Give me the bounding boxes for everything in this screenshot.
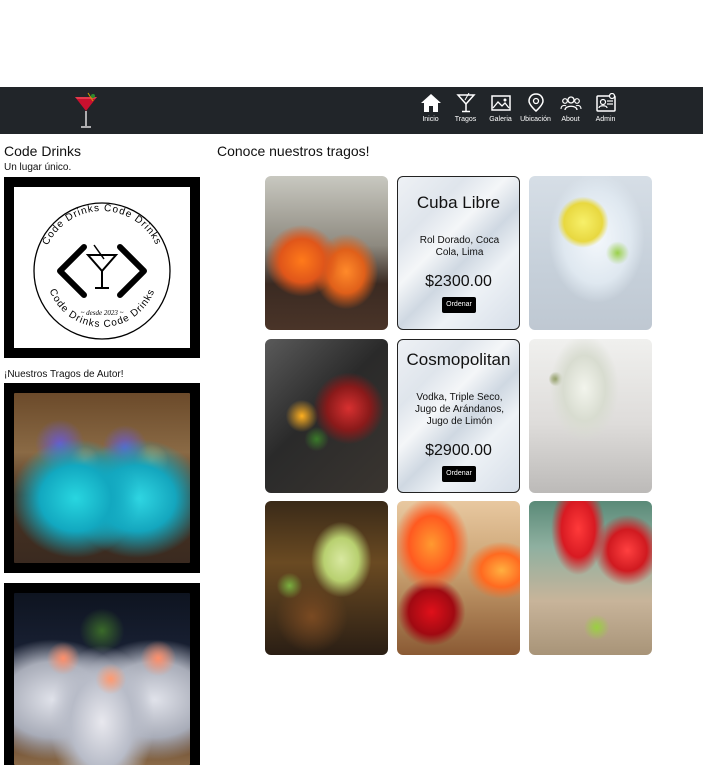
nav-label: About bbox=[561, 116, 580, 123]
nav-item-galeria[interactable]: Galeria bbox=[483, 93, 518, 123]
svg-text:Code Drinks Code Drinks: Code Drinks Code Drinks bbox=[40, 203, 163, 247]
cocktail-logo-icon[interactable] bbox=[73, 91, 99, 131]
nav-item-ubicacion[interactable]: Ubicación bbox=[518, 93, 553, 123]
nav-item-about[interactable]: About bbox=[553, 93, 588, 123]
drink-ingredients: Vodka, Triple Seco, Jugo de Arándanos, J… bbox=[415, 392, 504, 427]
brand-title: Code Drinks bbox=[4, 143, 82, 159]
autor-title: ¡Nuestros Tragos de Autor! bbox=[4, 369, 124, 380]
logo-card: Code Drinks Code Drinks Code Drinks Code… bbox=[4, 177, 200, 358]
nav-label: Admin bbox=[595, 116, 616, 123]
nav-label: Tragos bbox=[454, 116, 477, 123]
logo-since: ~ desde 2023 ~ bbox=[81, 309, 124, 317]
sunrise-cherries-photo[interactable] bbox=[397, 501, 520, 655]
berry-cocktails-photo bbox=[14, 593, 190, 765]
nav-label: Inicio bbox=[422, 116, 439, 123]
drink-ingredients: Rol Dorado, Coca Cola, Lima bbox=[419, 235, 500, 258]
gallery-icon bbox=[490, 95, 511, 111]
drink-name: Cosmopolitan bbox=[406, 350, 511, 369]
nav-item-inicio[interactable]: Inicio bbox=[413, 93, 448, 123]
drink-price: $2300.00 bbox=[425, 273, 492, 290]
code-drinks-logo: Code Drinks Code Drinks Code Drinks Code… bbox=[14, 187, 190, 348]
aperol-photo[interactable] bbox=[265, 176, 388, 330]
home-icon bbox=[420, 94, 441, 112]
drink-price: $2900.00 bbox=[425, 442, 492, 459]
drink-card-cosmopolitan: Cosmopolitan Vodka, Triple Seco, Jugo de… bbox=[397, 339, 520, 493]
brand-tagline: Un lugar único. bbox=[4, 162, 72, 173]
drink-card-cuba-libre: Cuba Libre Rol Dorado, Coca Cola, Lima $… bbox=[397, 176, 520, 330]
margarita-photo[interactable] bbox=[265, 501, 388, 655]
drink-name: Cuba Libre bbox=[416, 193, 501, 212]
gin-tonic-photo[interactable] bbox=[529, 176, 652, 330]
negroni-photo[interactable] bbox=[265, 339, 388, 493]
autor-photo-2 bbox=[4, 583, 200, 765]
navbar: Inicio Tragos Galeria Ubicación About Ad… bbox=[0, 87, 703, 134]
nav-item-tragos[interactable]: Tragos bbox=[448, 93, 483, 123]
strawberry-margarita-photo[interactable] bbox=[529, 501, 652, 655]
cocktail-icon bbox=[455, 93, 476, 113]
autor-photo-1 bbox=[4, 383, 200, 573]
order-button[interactable]: Ordenar bbox=[442, 466, 476, 482]
admin-icon bbox=[595, 93, 616, 112]
blue-cocktails-photo bbox=[14, 393, 190, 563]
nav-item-admin[interactable]: Admin bbox=[588, 93, 623, 123]
nav-menu: Inicio Tragos Galeria Ubicación About Ad… bbox=[413, 93, 623, 123]
martini-photo[interactable] bbox=[529, 339, 652, 493]
order-button[interactable]: Ordenar bbox=[442, 297, 476, 313]
location-pin-icon bbox=[527, 93, 544, 112]
nav-label: Galeria bbox=[489, 116, 512, 123]
nav-label: Ubicación bbox=[520, 116, 551, 123]
users-icon bbox=[559, 96, 582, 111]
logo-text-top: Code Drinks Code Drinks bbox=[40, 203, 162, 247]
page-title: Conoce nuestros tragos! bbox=[217, 143, 370, 159]
